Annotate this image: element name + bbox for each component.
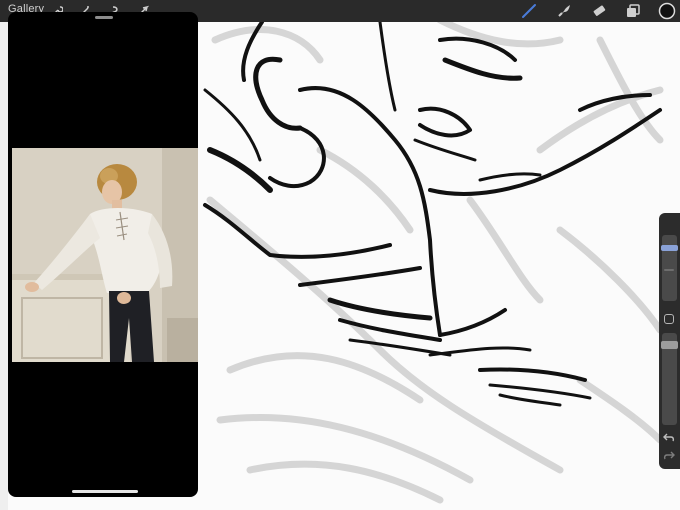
color-swatch[interactable]	[658, 2, 676, 20]
layers-icon[interactable]	[624, 2, 642, 20]
smudge-icon[interactable]	[555, 2, 573, 20]
home-indicator	[72, 490, 138, 493]
brush-size-mark	[664, 269, 674, 271]
brush-icon[interactable]	[520, 2, 538, 20]
redo-icon[interactable]	[663, 449, 675, 464]
eraser-icon[interactable]	[590, 2, 608, 20]
brush-sidebar	[659, 213, 680, 469]
reference-grabber[interactable]	[95, 16, 113, 19]
reference-photo	[12, 148, 198, 362]
modify-button[interactable]	[664, 314, 674, 324]
canvas-edge	[0, 22, 8, 510]
undo-icon[interactable]	[663, 431, 675, 446]
reference-window[interactable]	[8, 12, 198, 497]
opacity-thumb[interactable]	[661, 341, 678, 349]
brush-size-thumb[interactable]	[661, 245, 678, 251]
